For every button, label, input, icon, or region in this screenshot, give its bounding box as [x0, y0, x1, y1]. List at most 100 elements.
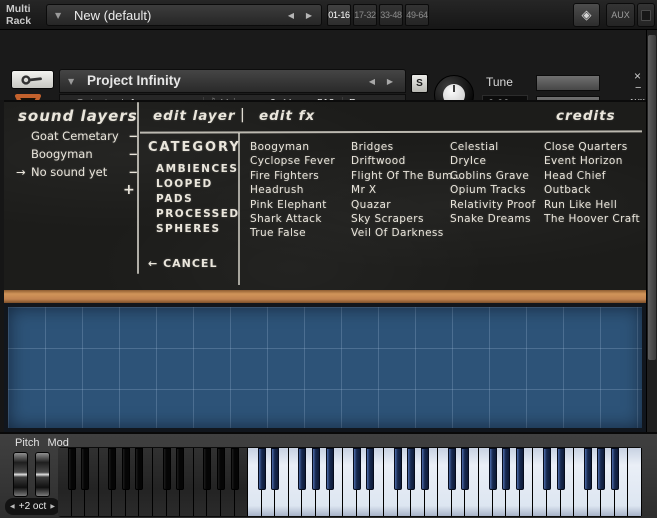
- instrument-title-bar[interactable]: ▼ Project Infinity ◀ ▶: [59, 69, 406, 93]
- multi-preset-selector[interactable]: ▼ New (default) ◀ ▶: [46, 4, 322, 26]
- black-key[interactable]: [515, 448, 524, 490]
- tab-credits[interactable]: credits: [556, 108, 616, 124]
- sound-item[interactable]: Run Like Hell: [544, 199, 640, 213]
- sound-item[interactable]: Close Quarters: [544, 141, 640, 155]
- black-key[interactable]: [610, 448, 619, 490]
- black-key[interactable]: [393, 448, 402, 490]
- instrument-dropdown-icon[interactable]: ▼: [68, 77, 74, 86]
- sound-item[interactable]: Driftwood: [351, 155, 464, 169]
- category-item[interactable]: SPHERES: [156, 223, 240, 238]
- black-key[interactable]: [407, 448, 416, 490]
- minimize-icon[interactable]: −: [635, 82, 641, 94]
- instrument-prev-icon[interactable]: ◀: [369, 77, 375, 86]
- tab-edit-fx[interactable]: edit fx: [259, 108, 315, 124]
- sound-item[interactable]: Goblins Grave: [450, 170, 536, 184]
- octave-up-icon[interactable]: ▶: [50, 503, 55, 510]
- sound-item[interactable]: The Hoover Craft: [544, 213, 640, 227]
- black-key[interactable]: [121, 448, 130, 490]
- page-tab-17-32[interactable]: 17-32: [353, 4, 377, 26]
- sound-item[interactable]: Flight Of The Bum...: [351, 170, 464, 184]
- close-icon[interactable]: ×: [634, 69, 641, 83]
- sound-item[interactable]: Head Chief: [544, 170, 640, 184]
- rack-scrollbar[interactable]: [646, 30, 657, 432]
- white-key[interactable]: [628, 448, 642, 516]
- pitch-wheel[interactable]: [13, 452, 28, 497]
- black-key[interactable]: [271, 448, 280, 490]
- page-tab-49-64[interactable]: 49-64: [405, 4, 429, 26]
- black-key[interactable]: [203, 448, 212, 490]
- octave-down-icon[interactable]: ◀: [10, 503, 15, 510]
- sound-item[interactable]: Bridges: [351, 141, 464, 155]
- page-tab-01-16[interactable]: 01-16: [327, 4, 351, 26]
- black-key[interactable]: [556, 448, 565, 490]
- solo-button[interactable]: S: [411, 74, 428, 93]
- preset-next-icon[interactable]: ▶: [306, 11, 312, 20]
- layer-row[interactable]: Boogyman −: [16, 146, 138, 164]
- black-key[interactable]: [352, 448, 361, 490]
- black-key[interactable]: [502, 448, 511, 490]
- black-key[interactable]: [162, 448, 171, 490]
- sound-item[interactable]: Fire Fighters: [250, 170, 335, 184]
- layer-row[interactable]: → No sound yet −: [16, 164, 138, 182]
- black-key[interactable]: [597, 448, 606, 490]
- category-item[interactable]: LOOPED: [156, 178, 240, 193]
- category-item[interactable]: AMBIENCES: [156, 163, 240, 178]
- sound-item[interactable]: Outback: [544, 184, 640, 198]
- black-key[interactable]: [325, 448, 334, 490]
- black-key[interactable]: [135, 448, 144, 490]
- black-key[interactable]: [461, 448, 470, 490]
- browser-icon[interactable]: ◈: [573, 3, 600, 27]
- layer-name[interactable]: Boogyman: [31, 147, 93, 161]
- page-tab-33-48[interactable]: 33-48: [379, 4, 403, 26]
- sound-item[interactable]: Pink Elephant: [250, 199, 335, 213]
- layer-name[interactable]: Goat Cemetary: [31, 129, 119, 143]
- layer-row[interactable]: Goat Cemetary −: [16, 128, 138, 146]
- black-key[interactable]: [447, 448, 456, 490]
- layer-name[interactable]: No sound yet: [31, 165, 107, 179]
- sound-item[interactable]: DryIce: [450, 155, 536, 169]
- black-key[interactable]: [67, 448, 76, 490]
- cancel-button[interactable]: ← CANCEL: [148, 257, 217, 270]
- octave-shift-button[interactable]: ◀ +2 oct ▶: [5, 498, 60, 515]
- sound-item[interactable]: Relativity Proof: [450, 199, 536, 213]
- sound-item[interactable]: Opium Tracks: [450, 184, 536, 198]
- mod-wheel[interactable]: [35, 452, 50, 497]
- sound-item[interactable]: Sky Scrapers: [351, 213, 464, 227]
- save-button[interactable]: [637, 3, 655, 27]
- preset-prev-icon[interactable]: ◀: [288, 11, 294, 20]
- rack-scrollbar-thumb[interactable]: [648, 35, 656, 360]
- tab-edit-layer[interactable]: edit layer: [153, 108, 236, 124]
- sound-item[interactable]: Shark Attack: [250, 213, 335, 227]
- black-key[interactable]: [298, 448, 307, 490]
- sound-item[interactable]: True False: [250, 227, 335, 241]
- black-key[interactable]: [216, 448, 225, 490]
- sound-item[interactable]: Quazar: [351, 199, 464, 213]
- sound-item[interactable]: Boogyman: [250, 141, 335, 155]
- black-key[interactable]: [108, 448, 117, 490]
- black-key[interactable]: [230, 448, 239, 490]
- black-key[interactable]: [81, 448, 90, 490]
- category-item[interactable]: PROCESSED: [156, 208, 240, 223]
- sound-item[interactable]: Headrush: [250, 184, 335, 198]
- black-key[interactable]: [257, 448, 266, 490]
- aux-button[interactable]: AUX: [606, 3, 635, 27]
- instrument-next-icon[interactable]: ▶: [387, 77, 393, 86]
- black-key[interactable]: [312, 448, 321, 490]
- black-key[interactable]: [488, 448, 497, 490]
- category-item[interactable]: PADS: [156, 193, 240, 208]
- chevron-down-icon[interactable]: ▼: [55, 11, 61, 20]
- keyboard[interactable]: [58, 447, 642, 517]
- black-key[interactable]: [420, 448, 429, 490]
- add-layer-button[interactable]: +: [123, 182, 135, 198]
- sound-item[interactable]: Event Horizon: [544, 155, 640, 169]
- black-key[interactable]: [542, 448, 551, 490]
- black-key[interactable]: [176, 448, 185, 490]
- sound-item[interactable]: Mr X: [351, 184, 464, 198]
- edit-instrument-button[interactable]: [11, 70, 54, 89]
- sound-item[interactable]: Cyclopse Fever: [250, 155, 335, 169]
- black-key[interactable]: [366, 448, 375, 490]
- sound-item[interactable]: Snake Dreams: [450, 213, 536, 227]
- sound-item[interactable]: Veil Of Darkness: [351, 227, 464, 241]
- black-key[interactable]: [583, 448, 592, 490]
- sound-item[interactable]: Celestial: [450, 141, 536, 155]
